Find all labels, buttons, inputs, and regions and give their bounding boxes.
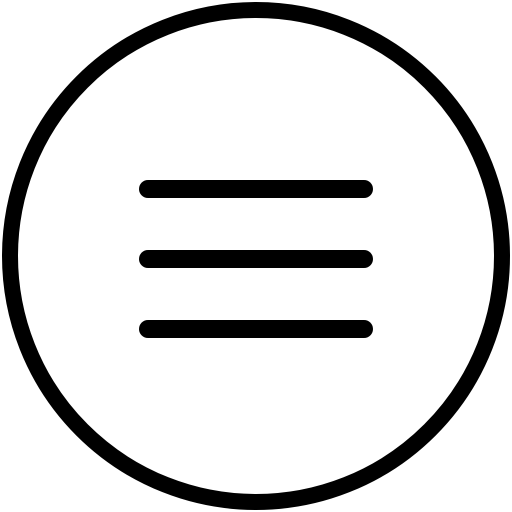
menu-button[interactable] <box>0 0 512 512</box>
hamburger-menu-icon <box>2 2 510 510</box>
icon-canvas <box>0 0 512 512</box>
